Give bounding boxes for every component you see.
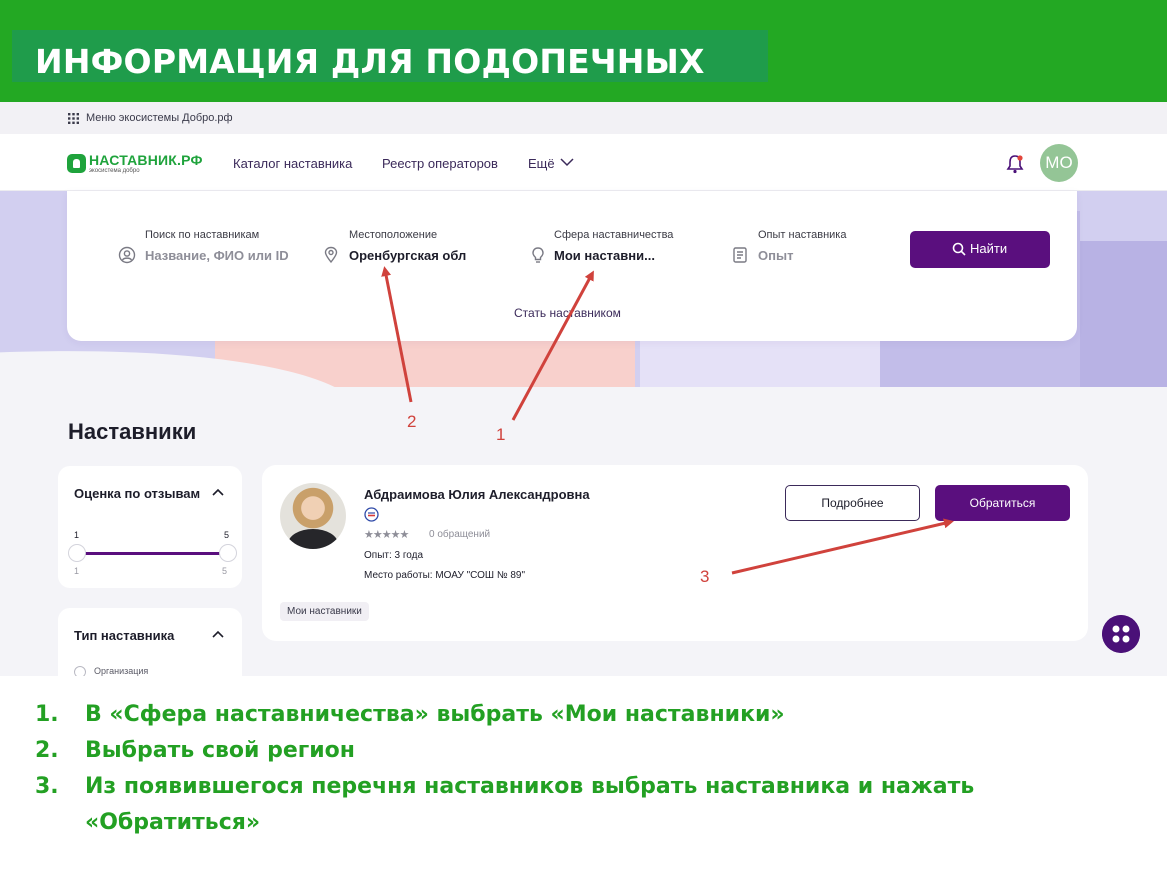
find-button-label: Найти [970,241,1008,256]
slider-max-handle[interactable] [219,544,237,562]
logo-subtitle: экосистема добро [89,168,140,174]
document-icon [733,247,747,263]
search-field-label: Поиск по наставникам [145,229,260,241]
location-value[interactable]: Оренбургская обл [349,248,466,263]
mentor-tag: Мои наставники [280,602,369,621]
lightbulb-icon [532,247,544,263]
range-min-label: 1 [74,530,80,540]
grid-menu-icon[interactable] [68,113,79,124]
search-name-input[interactable]: Название, ФИО или ID [145,248,289,263]
requests-count: 0 обращений [429,529,491,540]
step-text: Из появившегося перечня наставников выбр… [85,774,975,799]
location-pin-icon [324,246,338,264]
range-max-label: 5 [224,530,230,540]
annotation-marker-3: 3 [700,567,710,586]
section-title: Наставники [68,419,197,444]
chevron-up-icon[interactable] [212,488,224,496]
mentor-name[interactable]: Абдраимова Юлия Александровна [364,487,590,502]
sphere-value[interactable]: Мои наставни... [554,248,655,263]
slider-min-handle[interactable] [68,544,86,562]
logo-mark-icon [67,154,86,173]
become-mentor-link[interactable]: Стать наставником [514,306,621,320]
mentor-type-title[interactable]: Тип наставника [74,628,174,643]
contact-button[interactable]: Обратиться [935,485,1070,521]
mentor-experience: Опыт: 3 года [364,550,424,561]
chevron-down-icon[interactable] [560,157,574,167]
sphere-field-label: Сфера наставничества [554,229,674,241]
search-panel: Поиск по наставникам Название, ФИО или I… [67,191,1077,341]
mentor-photo [280,483,346,549]
top-navbar: НАСТАВНИК.РФ экосистема добро Каталог на… [0,134,1167,191]
step-number: 1. [35,702,59,727]
ecosystem-bar[interactable]: Меню экосистемы Добро.рф [0,102,1167,134]
search-field-experience[interactable]: Опыт наставника Опыт [733,229,847,263]
logo-name: НАСТАВНИК.РФ [89,152,203,168]
nav-link-more[interactable]: Ещё [528,156,555,171]
nav-link-catalog[interactable]: Каталог наставника [233,156,352,171]
bell-icon[interactable] [1006,154,1024,174]
slide-title: ИНФОРМАЦИЯ ДЛЯ ПОДОПЕЧНЫХ [35,42,705,81]
location-field-label: Местоположение [349,229,438,241]
search-field-location[interactable]: Местоположение Оренбургская обл [324,229,466,264]
step-text: Выбрать свой регион [85,738,355,763]
details-button[interactable]: Подробнее [785,485,920,521]
mentor-type-filter: Тип наставника Организация [58,608,242,676]
user-avatar[interactable]: МО [1040,144,1078,182]
step-number: 2. [35,738,59,763]
rating-slider-track[interactable] [78,552,226,555]
organization-radio[interactable] [74,666,86,676]
slide-header: ИНФОРМАЦИЯ ДЛЯ ПОДОПЕЧНЫХ [0,0,1167,102]
experience-value[interactable]: Опыт [758,248,793,263]
annotation-marker-1: 1 [496,425,506,444]
find-button[interactable]: Найти [910,231,1050,268]
search-field-name[interactable]: Поиск по наставникам Название, ФИО или I… [118,229,289,264]
experience-field-label: Опыт наставника [758,229,847,241]
chevron-up-icon[interactable] [212,630,224,638]
range-max-value: 5 [222,566,228,576]
mentor-card: Абдраимова Юлия Александровна ★★★★★ 0 об… [262,465,1088,641]
rating-stars: ★★★★★ [364,529,409,541]
range-min-value: 1 [74,566,80,576]
search-icon [952,242,966,256]
step-number: 3. [35,774,59,799]
widget-menu-icon[interactable] [1102,615,1140,653]
nav-link-registry[interactable]: Реестр операторов [382,156,498,171]
mentor-workplace: Место работы: МОАУ "СОШ № 89" [364,570,526,581]
search-field-sphere[interactable]: Сфера наставничества Мои наставни... [532,229,674,263]
step-text: «Обратиться» [85,810,261,835]
step-text: В «Сфера наставничества» выбрать «Мои на… [85,702,785,727]
organization-label: Организация [94,666,149,676]
ecosystem-menu-label[interactable]: Меню экосистемы Добро.рф [86,112,233,124]
verified-badge-icon [364,507,379,522]
user-circle-icon [118,246,136,264]
rating-filter: Оценка по отзывам 1 5 1 5 [58,466,242,588]
annotation-marker-2: 2 [407,412,417,431]
website-screenshot: Меню экосистемы Добро.рф НАСТАВНИК.РФ эк… [0,102,1167,676]
rating-filter-title[interactable]: Оценка по отзывам [74,486,200,501]
